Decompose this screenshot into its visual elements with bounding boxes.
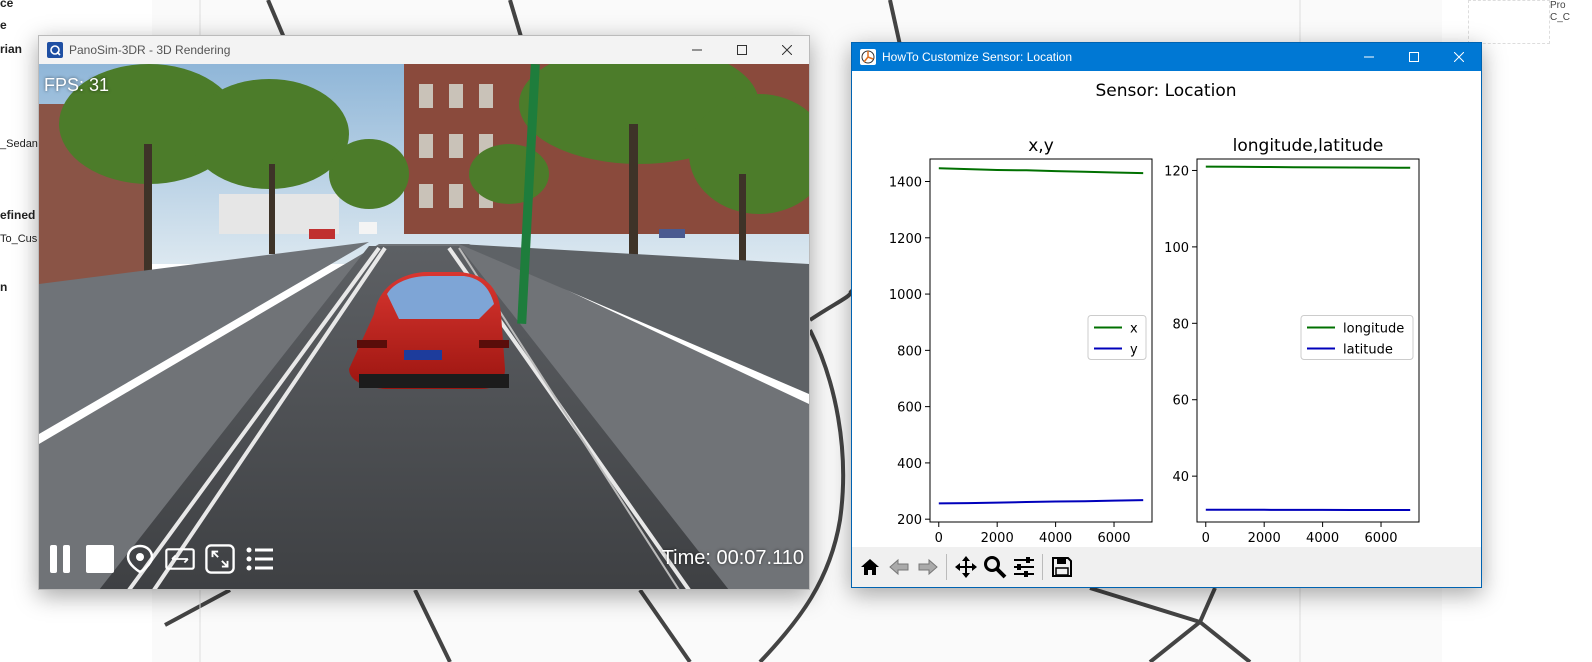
window-title: PanoSim-3DR - 3D Rendering: [69, 43, 231, 57]
figure-canvas[interactable]: Sensor: Location x,y 0 2000 4000 6000 200 400 6…: [852, 71, 1481, 566]
zoom-icon[interactable]: [980, 552, 1009, 582]
toolbar-separator: [946, 554, 947, 580]
legend-label: longitude: [1343, 322, 1404, 337]
x-tick-label: 0: [1202, 531, 1210, 546]
subplot-lon-lat: longitude,latitude 0 2000 4000 6000 40 60 80 100…: [1164, 136, 1420, 566]
x-tick-label: 6000: [1364, 531, 1397, 546]
subplot-title: longitude,latitude: [1233, 136, 1384, 156]
back-icon[interactable]: [884, 552, 913, 582]
y-tick-label: 400: [897, 457, 922, 472]
series-line-y: [938, 499, 1144, 505]
y-tick-label: 80: [1172, 317, 1189, 332]
y-tick-label: 60: [1172, 394, 1189, 409]
y-tick-label: 1200: [889, 232, 922, 247]
pause-icon[interactable]: [45, 544, 75, 574]
subplot-xy: x,y 0 2000 4000 6000 200 400 600 800 1000 1200 1400…: [889, 136, 1153, 566]
forward-icon[interactable]: [913, 552, 942, 582]
legend-label: latitude: [1343, 343, 1393, 358]
series-line-x: [938, 167, 1144, 175]
x-tick-label: 4000: [1039, 531, 1072, 546]
maximize-icon[interactable]: [1391, 43, 1436, 71]
close-icon[interactable]: [1436, 43, 1481, 71]
legend-label: x: [1130, 322, 1138, 337]
panosim-app-icon: [47, 42, 63, 58]
y-tick-label: 1000: [889, 288, 922, 303]
navigation-toolbar: [852, 547, 1481, 587]
y-tick-label: 40: [1172, 470, 1189, 485]
toolbar-separator: [1042, 554, 1043, 580]
window-sensor-location-plot[interactable]: HowTo Customize Sensor: Location Sensor:…: [851, 42, 1482, 588]
y-tick-label: 100: [1164, 241, 1189, 256]
x-tick-label: 2000: [981, 531, 1014, 546]
x-tick-label: 0: [935, 531, 943, 546]
street-scene-image: [39, 44, 809, 589]
x-tick-label: 2000: [1248, 531, 1281, 546]
fullscreen-icon[interactable]: [205, 544, 235, 574]
subplot-title: x,y: [1028, 136, 1054, 156]
close-icon[interactable]: [764, 36, 809, 64]
legend-label: y: [1130, 343, 1138, 358]
figure-suptitle: Sensor: Location: [1095, 81, 1236, 101]
x-tick-label: 4000: [1306, 531, 1339, 546]
location-pin-icon[interactable]: [125, 544, 155, 574]
stop-icon[interactable]: [85, 544, 115, 574]
figure-svg: Sensor: Location x,y0 2000 4000 60002004006…: [889, 81, 1420, 566]
list-icon[interactable]: [245, 544, 275, 574]
pan-icon[interactable]: [951, 552, 980, 582]
maximize-icon[interactable]: [719, 36, 764, 64]
playback-controls: [45, 544, 275, 574]
y-tick-label: 1400: [889, 176, 922, 191]
series-line-longitude: [1205, 165, 1411, 169]
minimize-icon[interactable]: [1346, 43, 1391, 71]
save-icon[interactable]: [1047, 552, 1076, 582]
window-3d-rendering[interactable]: PanoSim-3DR - 3D Rendering FPS: 31 Time:…: [38, 35, 810, 590]
y-tick-label: 600: [897, 401, 922, 416]
3d-viewport[interactable]: FPS: 31 Time: 00:07.110: [39, 44, 809, 589]
x-tick-label: 6000: [1097, 531, 1130, 546]
simulation-time: Time: 00:07.110: [661, 547, 804, 569]
minimize-icon[interactable]: [674, 36, 719, 64]
y-tick-label: 120: [1164, 164, 1189, 179]
y-tick-label: 200: [897, 513, 922, 528]
titlebar[interactable]: PanoSim-3DR - 3D Rendering: [39, 36, 809, 64]
window-title: HowTo Customize Sensor: Location: [882, 50, 1073, 64]
titlebar[interactable]: HowTo Customize Sensor: Location: [852, 43, 1481, 71]
camera-switch-icon[interactable]: [165, 544, 195, 574]
fps-counter: FPS: 31: [44, 75, 110, 95]
matplotlib-app-icon: [860, 49, 876, 65]
configure-icon[interactable]: [1009, 552, 1038, 582]
home-icon[interactable]: [855, 552, 884, 582]
y-tick-label: 800: [897, 344, 922, 359]
